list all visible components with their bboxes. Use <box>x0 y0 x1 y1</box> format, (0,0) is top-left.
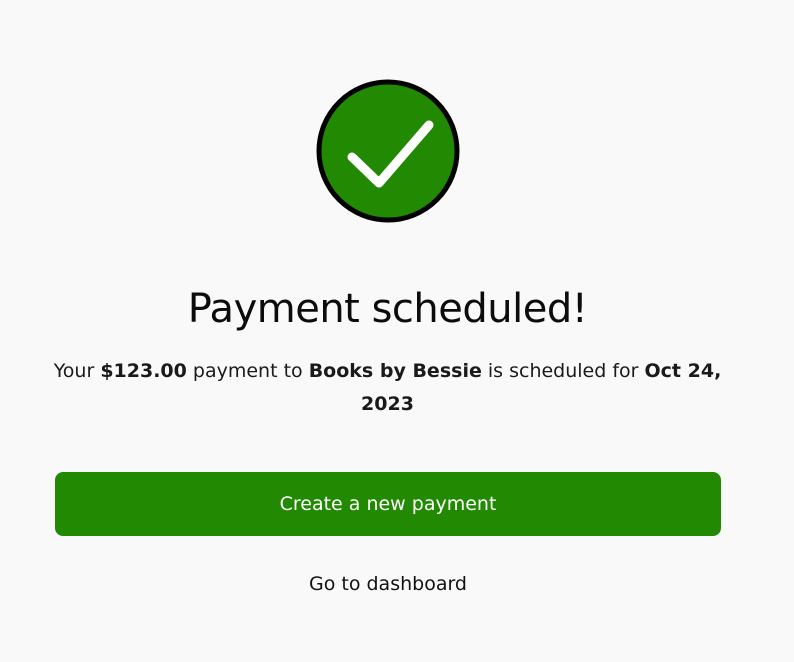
confirmation-message: Your $123.00 payment to Books by Bessie … <box>40 355 735 421</box>
message-prefix: Your <box>53 360 101 382</box>
page-title: Payment scheduled! <box>187 286 588 332</box>
message-suffix: is scheduled for <box>481 360 645 382</box>
go-to-dashboard-button[interactable]: Go to dashboard <box>288 566 488 602</box>
message-middle: payment to <box>186 360 309 382</box>
create-new-payment-button[interactable]: Create a new payment <box>55 472 721 536</box>
checkmark-icon <box>316 79 460 223</box>
payee-name: Books by Bessie <box>308 360 482 382</box>
payment-amount: $123.00 <box>100 360 187 382</box>
payment-confirmation-page: Payment scheduled! Your $123.00 payment … <box>0 0 794 662</box>
